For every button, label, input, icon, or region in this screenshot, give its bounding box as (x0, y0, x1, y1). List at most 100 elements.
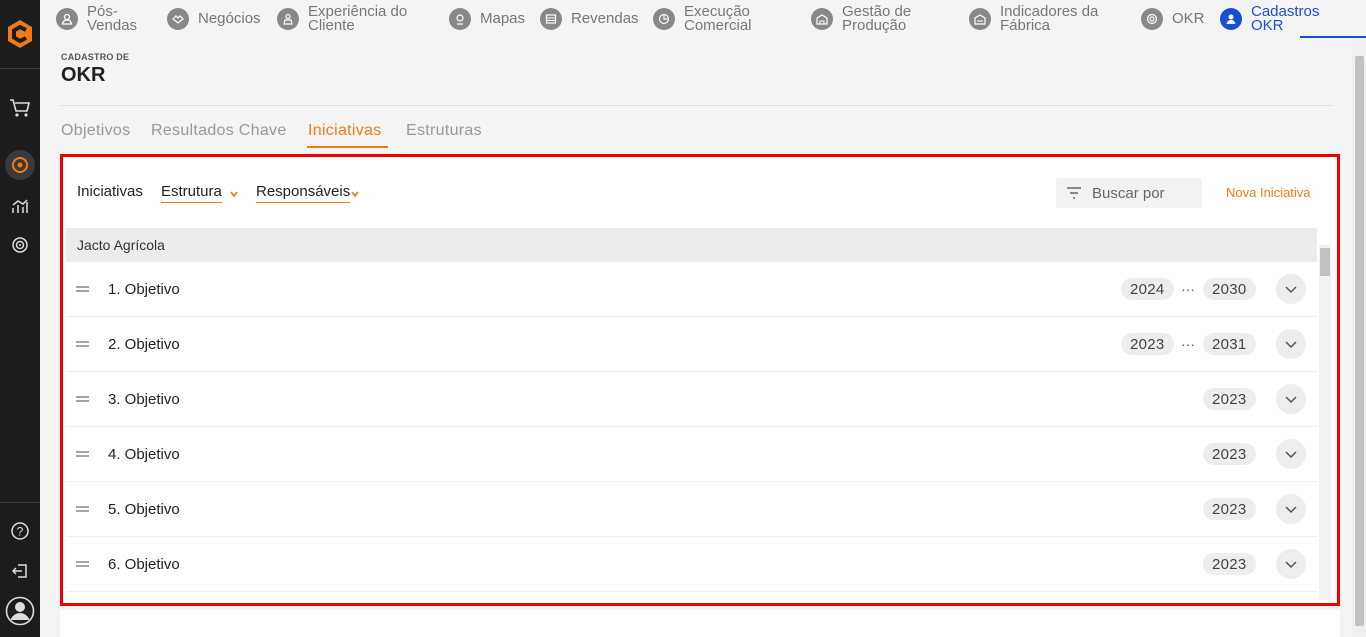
drag-handle-icon[interactable] (76, 286, 89, 292)
list-item[interactable]: 2. Objetivo 2023 ··· 2031 (66, 317, 1317, 372)
responsaveis-filter[interactable]: Responsáveis (256, 183, 351, 203)
tab-objetivos[interactable]: Objetivos (61, 122, 130, 140)
list-scrollbar[interactable] (1319, 245, 1331, 600)
expand-button[interactable] (1276, 274, 1306, 304)
okr-app-icon[interactable] (5, 150, 35, 180)
rail-divider (0, 502, 40, 503)
year-badge: 2023 (1203, 443, 1256, 465)
map-icon (449, 8, 471, 30)
year-badge: 2023 (1203, 388, 1256, 410)
section-label: Iniciativas (77, 183, 143, 200)
iniciativas-panel: Iniciativas Estrutura Responsáveis Nova … (60, 154, 1340, 606)
objective-label: 5. Objetivo (108, 500, 180, 518)
year-badge: 2023 (1203, 553, 1256, 575)
nav-label: Gestão de Produção (842, 3, 912, 34)
person-icon (56, 8, 78, 30)
chevron-down-icon[interactable] (350, 189, 360, 199)
nav-gestao-producao[interactable]: Gestão de Produção (811, 3, 911, 35)
nav-label: Indicadores da Fábrica (1000, 3, 1099, 34)
factory-indicator-icon (969, 8, 991, 30)
nav-execucao-comercial[interactable]: Execução Comercial (653, 3, 752, 35)
help-icon[interactable]: ? (8, 519, 32, 543)
rail-divider (0, 68, 40, 69)
header-divider (61, 105, 1333, 106)
nav-label: Execução Comercial (684, 3, 752, 34)
search-input[interactable] (1092, 184, 1192, 202)
chevron-down-icon (1285, 505, 1297, 513)
nav-indicadores-fabrica[interactable]: Indicadores da Fábrica (969, 3, 1098, 35)
nav-label: Cadastros OKR (1251, 3, 1320, 34)
analytics-icon[interactable] (8, 194, 32, 218)
logout-icon[interactable] (8, 559, 32, 583)
range-separator: ··· (1181, 281, 1195, 297)
estrutura-filter[interactable]: Estrutura (161, 183, 222, 203)
list-item[interactable]: 6. Objetivo 2023 (66, 537, 1317, 592)
factory-icon (811, 8, 833, 30)
scrollbar-thumb[interactable] (1355, 56, 1364, 626)
chevron-down-icon[interactable] (229, 189, 239, 199)
svg-text:?: ? (17, 525, 24, 539)
nav-label: Negócios (198, 10, 261, 27)
expand-button[interactable] (1276, 329, 1306, 359)
breadcrumb: CADASTRO DE (61, 52, 130, 62)
objective-list: 1. Objetivo 2024 ··· 2030 2. Objetivo 20… (66, 262, 1317, 600)
nav-okr[interactable]: OKR (1141, 3, 1205, 35)
filter-icon (1067, 187, 1081, 199)
drag-handle-icon[interactable] (76, 561, 89, 567)
objective-label: 4. Objetivo (108, 445, 180, 463)
user-icon (1220, 8, 1242, 30)
nav-experiencia-cliente[interactable]: Experiência do Cliente (277, 3, 407, 35)
objective-label: 3. Objetivo (108, 390, 180, 408)
customer-icon (277, 8, 299, 30)
company-logo-icon[interactable] (4, 14, 36, 54)
drag-handle-icon[interactable] (76, 396, 89, 402)
list-item[interactable]: 5. Objetivo 2023 (66, 482, 1317, 537)
cart-icon[interactable] (8, 96, 32, 120)
active-tab-indicator (307, 146, 388, 148)
tab-resultados-chave[interactable]: Resultados Chave (151, 122, 287, 140)
user-avatar-icon[interactable] (5, 596, 35, 626)
drag-handle-icon[interactable] (76, 341, 89, 347)
nav-label: OKR (1172, 10, 1205, 27)
scrollbar-thumb[interactable] (1320, 248, 1330, 276)
chevron-down-icon (1285, 395, 1297, 403)
handshake-icon (167, 8, 189, 30)
objective-label: 1. Objetivo (108, 280, 180, 298)
nav-label: Revendas (571, 10, 639, 27)
new-initiative-button[interactable]: Nova Iniciativa (1226, 185, 1311, 200)
chevron-down-icon (1285, 340, 1297, 348)
chart-pie-icon (653, 8, 675, 30)
drag-handle-icon[interactable] (76, 506, 89, 512)
list-item[interactable]: 3. Objetivo 2023 (66, 372, 1317, 427)
page-scrollbar[interactable] (1352, 38, 1366, 637)
nav-label: Pós- Vendas (87, 3, 138, 34)
list-item[interactable]: 1. Objetivo 2024 ··· 2030 (66, 262, 1317, 317)
nav-pos-vendas[interactable]: Pós- Vendas (56, 3, 137, 35)
nav-label: Mapas (480, 10, 526, 27)
year-badge: 2023 (1203, 498, 1256, 520)
drag-handle-icon[interactable] (76, 451, 89, 457)
expand-button[interactable] (1276, 549, 1306, 579)
tab-iniciativas[interactable]: Iniciativas (308, 122, 382, 140)
expand-button[interactable] (1276, 384, 1306, 414)
nav-negocios[interactable]: Negócios (167, 3, 261, 35)
expand-button[interactable] (1276, 494, 1306, 524)
nav-revendas[interactable]: Revendas (540, 3, 639, 35)
expand-button[interactable] (1276, 439, 1306, 469)
nav-cadastros-okr[interactable]: Cadastros OKR (1220, 3, 1319, 35)
chevron-down-icon (1285, 285, 1297, 293)
objective-label: 2. Objetivo (108, 335, 180, 353)
tab-estruturas[interactable]: Estruturas (406, 122, 482, 140)
search-box[interactable] (1056, 178, 1202, 208)
year-start-badge: 2023 (1121, 333, 1174, 355)
target-icon[interactable] (8, 233, 32, 257)
chevron-down-icon (1285, 450, 1297, 458)
store-icon (540, 8, 562, 30)
group-label: Jacto Agrícola (77, 237, 165, 253)
year-end-badge: 2031 (1203, 333, 1256, 355)
list-item[interactable]: 4. Objetivo 2023 (66, 427, 1317, 482)
year-end-badge: 2030 (1203, 278, 1256, 300)
nav-mapas[interactable]: Mapas (449, 3, 525, 35)
top-navigation: Pós- Vendas Negócios Experiência do Clie… (40, 0, 1366, 38)
target-icon (1141, 8, 1163, 30)
